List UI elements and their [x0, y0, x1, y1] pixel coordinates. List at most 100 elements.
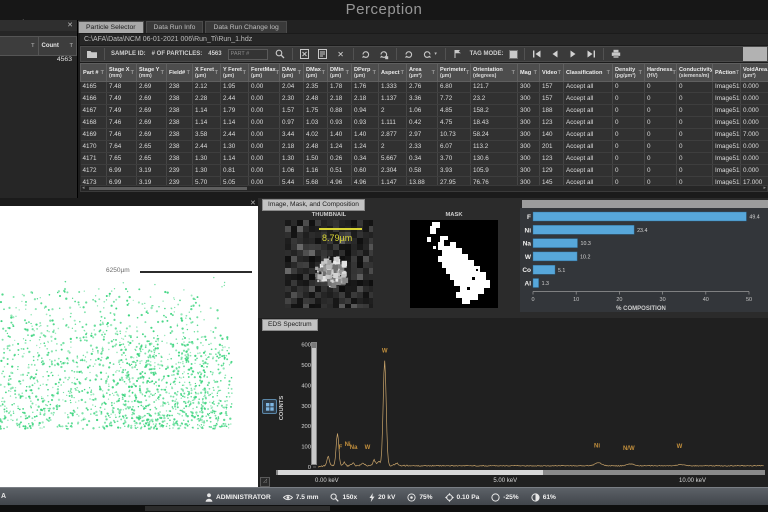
- filter-icon[interactable]: T: [31, 43, 34, 49]
- table-cell[interactable]: 17.000: [740, 176, 768, 185]
- scrollbar-thumb[interactable]: [89, 187, 247, 190]
- filter-icon[interactable]: T: [346, 70, 349, 76]
- table-cell[interactable]: 2.44: [220, 92, 249, 105]
- table-cell[interactable]: 300: [517, 140, 540, 153]
- table-cell[interactable]: 2.18: [327, 92, 352, 105]
- flag-icon[interactable]: [452, 48, 464, 60]
- table-cell[interactable]: Accept all: [563, 92, 613, 105]
- next-particle-button[interactable]: [567, 48, 579, 60]
- table-cell[interactable]: 4.02: [303, 128, 328, 141]
- table-cell[interactable]: 0: [676, 92, 713, 105]
- table-cell[interactable]: 157: [539, 92, 564, 105]
- table-cell[interactable]: 0.34: [351, 152, 379, 165]
- table-cell[interactable]: 1.30: [192, 152, 221, 165]
- table-cell[interactable]: 0.34: [406, 152, 438, 165]
- table-cell[interactable]: 7.64: [106, 140, 137, 153]
- chevron-down-icon[interactable]: ▾: [434, 51, 437, 57]
- table-cell[interactable]: 130.6: [470, 152, 518, 165]
- table-cell[interactable]: 1.333: [378, 81, 407, 93]
- table-cell[interactable]: 7.46: [106, 116, 137, 129]
- table-cell[interactable]: 238: [166, 81, 193, 93]
- retag-icon[interactable]: [360, 48, 372, 60]
- table-cell[interactable]: 2.877: [378, 128, 407, 141]
- table-cell[interactable]: 123: [539, 152, 564, 165]
- table-cell[interactable]: 0.26: [327, 152, 352, 165]
- table-cell[interactable]: 0: [676, 128, 713, 141]
- table-cell[interactable]: Accept all: [563, 128, 613, 141]
- table-cell[interactable]: 1.14: [192, 116, 221, 129]
- clear-selection-icon[interactable]: ✕: [335, 48, 347, 60]
- column-header-count[interactable]: Count T: [39, 37, 77, 55]
- table-cell[interactable]: 0: [644, 140, 677, 153]
- table-cell[interactable]: 2.65: [136, 152, 167, 165]
- table-row[interactable]: 4166 7.49 2.69 238 2.28 2.44 0.00 2.30 2.48 2.18 2…: [80, 92, 768, 105]
- table-cell[interactable]: 300: [517, 176, 540, 185]
- table-cell[interactable]: 0: [644, 128, 677, 141]
- table-cell[interactable]: 239: [166, 164, 193, 177]
- table-cell[interactable]: 2.18: [279, 140, 304, 153]
- filter-icon[interactable]: T: [736, 70, 739, 76]
- table-cell[interactable]: 4168: [80, 116, 107, 129]
- column-header[interactable]: Classification T: [563, 63, 613, 82]
- table-cell[interactable]: 2.44: [192, 140, 221, 153]
- table-cell[interactable]: 2.69: [136, 81, 167, 93]
- table-cell[interactable]: 129: [539, 164, 564, 177]
- table-cell[interactable]: 1.03: [303, 116, 328, 129]
- table-cell[interactable]: 4.96: [327, 176, 352, 185]
- open-folder-button[interactable]: [86, 48, 98, 60]
- table-cell[interactable]: Image512: [712, 176, 741, 185]
- table-cell[interactable]: 7.49: [106, 92, 137, 105]
- table-cell[interactable]: 0.93: [327, 116, 352, 129]
- filter-icon[interactable]: T: [607, 70, 610, 76]
- table-cell[interactable]: 4169: [80, 128, 107, 141]
- column-header[interactable]: Hardness (HV) T: [644, 63, 677, 82]
- column-header[interactable]: PAction T: [712, 63, 741, 82]
- table-cell[interactable]: 0.42: [406, 116, 438, 129]
- table-cell[interactable]: 2: [378, 104, 407, 117]
- filter-icon[interactable]: T: [639, 70, 642, 76]
- table-cell[interactable]: 0: [644, 116, 677, 129]
- table-row[interactable]: 4170 7.64 2.65 238 2.44 1.30 0.00 2.18 2.48 1.24 1…: [80, 140, 768, 153]
- table-row[interactable]: 4172 6.99 3.19 239 1.30 0.81 0.00 1.06 1.16 0.51 0…: [80, 164, 768, 177]
- export-report-icon[interactable]: [317, 48, 329, 60]
- filter-icon[interactable]: T: [401, 70, 404, 76]
- tab-data-run-info[interactable]: Data Run Info: [145, 21, 204, 33]
- table-cell[interactable]: 0: [612, 116, 645, 129]
- column-header[interactable]: Perimeter (µm) T: [437, 63, 471, 82]
- table-cell[interactable]: 1.14: [192, 104, 221, 117]
- table-cell[interactable]: Image512: [712, 104, 741, 117]
- table-cell[interactable]: 0: [644, 176, 677, 185]
- table-cell[interactable]: 2.65: [136, 140, 167, 153]
- particle-mask-image[interactable]: [410, 220, 498, 308]
- table-cell[interactable]: 1.30: [192, 164, 221, 177]
- table-cell[interactable]: 0: [612, 152, 645, 165]
- filter-icon[interactable]: T: [432, 70, 435, 76]
- refresh-icon[interactable]: [403, 48, 415, 60]
- table-cell[interactable]: Image512: [712, 116, 741, 129]
- table-cell[interactable]: 0: [676, 176, 713, 185]
- column-header[interactable]: DPerp (µm) T: [351, 63, 379, 82]
- close-icon[interactable]: ✕: [67, 21, 73, 30]
- table-cell[interactable]: 0.60: [351, 164, 379, 177]
- table-cell[interactable]: 300: [517, 152, 540, 165]
- table-cell[interactable]: 2.97: [406, 128, 438, 141]
- table-cell[interactable]: 5.05: [220, 176, 249, 185]
- table-cell[interactable]: 300: [517, 164, 540, 177]
- column-header[interactable]: Conductivity(siemens/m)T: [676, 63, 713, 82]
- table-cell[interactable]: 3.58: [192, 128, 221, 141]
- column-header[interactable]: DAve (µm) T: [279, 63, 304, 82]
- filter-icon[interactable]: T: [673, 70, 676, 76]
- table-cell[interactable]: Image512: [712, 164, 741, 177]
- table-row[interactable]: 4173 6.99 3.19 239 5.70 5.05 0.00 5.44 5.68 4.96 4…: [80, 176, 768, 185]
- table-cell[interactable]: 0.00: [248, 81, 280, 93]
- table-cell[interactable]: 13.88: [406, 176, 438, 185]
- filter-icon[interactable]: T: [558, 70, 561, 76]
- table-row[interactable]: 4168 7.46 2.69 238 1.14 1.14 0.00 0.97 1.03 0.93 0…: [80, 116, 768, 129]
- table-cell[interactable]: 5.68: [303, 176, 328, 185]
- table-cell[interactable]: 1.57: [279, 104, 304, 117]
- table-cell[interactable]: 0: [644, 152, 677, 165]
- column-header[interactable]: Stage X (mm) T: [106, 63, 137, 82]
- tag-mode-checkbox[interactable]: [509, 49, 519, 59]
- table-cell[interactable]: 0.000: [740, 116, 768, 129]
- filter-icon[interactable]: T: [187, 70, 190, 76]
